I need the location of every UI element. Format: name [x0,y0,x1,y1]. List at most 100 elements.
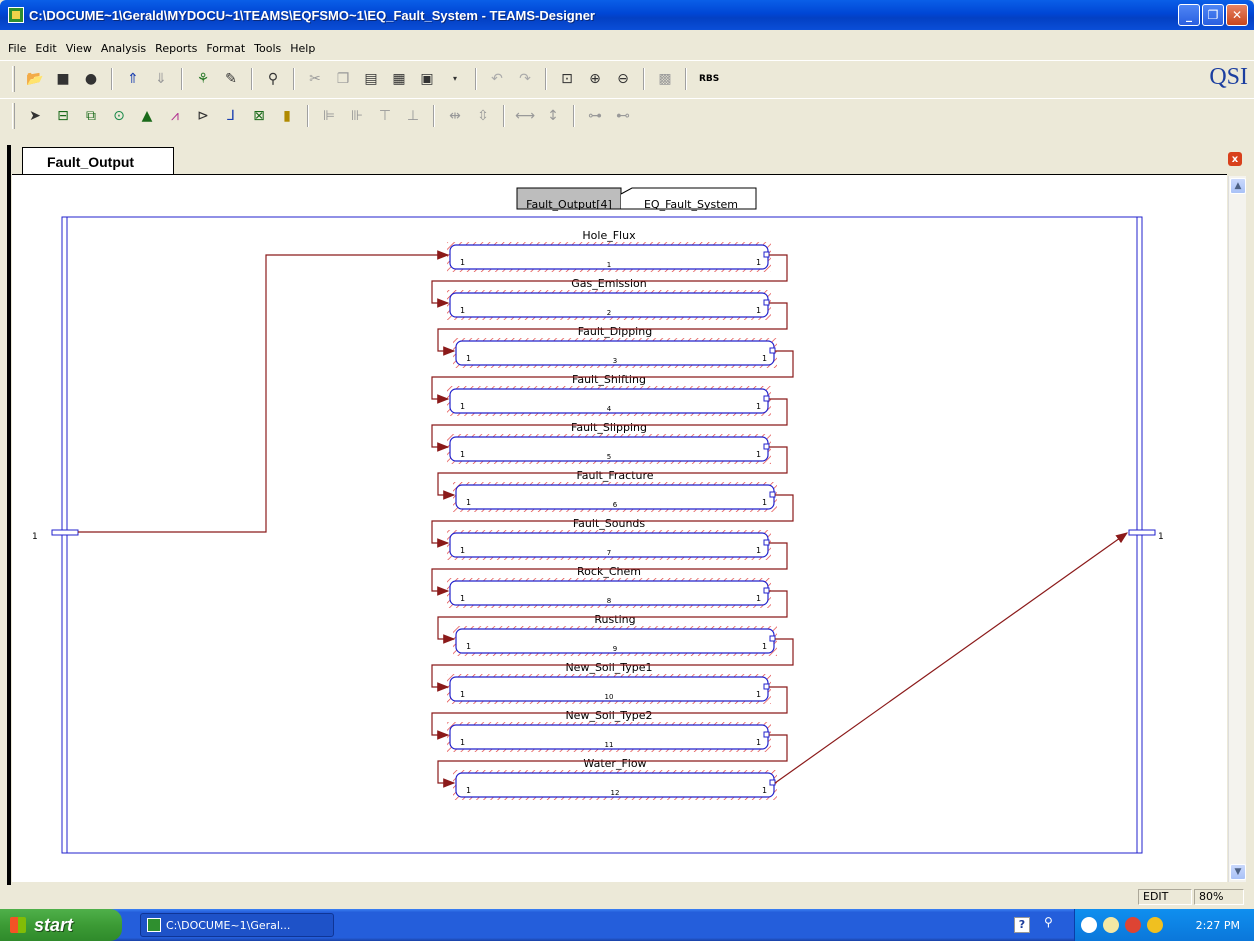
system-input-port[interactable] [51,529,79,536]
module-out-port[interactable] [763,443,770,450]
module-block[interactable]: Fault_Sounds 7 1 1 [447,517,771,560]
document-icon[interactable]: ▦ [389,69,409,89]
menu-analysis[interactable]: Analysis [101,42,146,55]
pointer-icon[interactable]: ➤ [25,106,45,126]
align-bottom-icon[interactable]: ⊥ [403,106,423,126]
module-block[interactable]: Fault_Slipping 5 1 1 [447,421,771,464]
and-gate-icon[interactable]: ⊳ [193,106,213,126]
taskbar-item-teams[interactable]: C:\DOCUME~1\Geral... [140,913,334,937]
test-point-icon[interactable]: ⊙ [109,106,129,126]
scroll-up-icon[interactable]: ▲ [1230,178,1246,194]
scroll-down-icon[interactable]: ▼ [1230,864,1246,880]
network-icon[interactable] [1103,917,1119,933]
toolbar-grip[interactable] [12,65,15,92]
breadcrumb-current[interactable]: Fault_Output[4] [526,198,612,211]
module-block[interactable]: New_Soil_Type2111 1 [447,709,771,752]
menu-help[interactable]: Help [290,42,315,55]
open-folder-icon[interactable]: 📂 [25,69,45,89]
title-bar[interactable]: C:\DOCUME~1\Gerald\MYDOCU~1\TEAMS\EQFSMO… [0,0,1254,30]
module-out-port[interactable] [769,347,776,354]
color-picker-icon[interactable]: ▣ [417,69,437,89]
tab-fault-output[interactable]: Fault_Output [22,147,174,175]
database-icon[interactable]: ● [81,69,101,89]
system-output-port[interactable] [1128,529,1156,536]
copy-icon[interactable]: ❐ [333,69,353,89]
tray-expand-icon[interactable] [1081,917,1097,933]
center-horizontal-icon[interactable]: ⊶ [585,106,605,126]
module-block[interactable]: Fault_Shifting 4 1 1 [447,373,771,416]
triangle-node-icon[interactable]: ▲ [137,106,157,126]
move-up-icon[interactable]: ⇑ [123,69,143,89]
module-icon[interactable]: ⊟ [53,106,73,126]
redo-icon[interactable]: ↷ [515,69,535,89]
vertical-scrollbar[interactable]: ▲ ▼ [1228,176,1246,882]
switch-icon[interactable]: ⩘ [165,106,185,126]
module-out-port[interactable] [763,299,770,306]
move-down-icon[interactable]: ⇓ [151,69,171,89]
breadcrumb-parent[interactable]: EQ_Fault_System [644,198,738,211]
dropdown-arrow-icon[interactable]: ▾ [445,69,465,89]
link-icon[interactable]: ⅃ [221,106,241,126]
same-width-icon[interactable]: ⟷ [515,106,535,126]
zoom-in-icon[interactable]: ⊕ [585,69,605,89]
security-icon[interactable] [1147,917,1163,933]
module-block[interactable]: Fault_Dipping 3 1 1 [453,325,777,368]
menu-view[interactable]: View [66,42,92,55]
report-icon[interactable]: ▩ [655,69,675,89]
close-tab-icon[interactable]: x [1228,152,1242,166]
align-right-icon[interactable]: ⊪ [347,106,367,126]
pin-icon[interactable]: ⚲ [1044,915,1053,929]
same-height-icon[interactable]: ↕ [543,106,563,126]
module-out-port[interactable] [769,491,776,498]
space-vertical-icon[interactable]: ⇳ [473,106,493,126]
module-block[interactable]: Rusting 9 1 1 [453,613,777,656]
module-block[interactable]: New_Soil_Type1 10 1 1 [447,661,771,704]
module-out-port[interactable] [763,395,770,402]
menu-format[interactable]: Format [206,42,245,55]
module-block[interactable]: Water_Flow 12 1 1 [453,757,777,800]
module-out-port[interactable] [763,683,770,690]
volume-icon[interactable] [1125,917,1141,933]
toolbar-grip-2[interactable] [12,102,15,129]
edit-tool-icon[interactable]: ✎ [221,69,241,89]
module-block[interactable]: Fault_Fracture 6 1 1 [453,469,777,512]
space-horizontal-icon[interactable]: ⇹ [445,106,465,126]
module-block[interactable]: Rock_Chem 8 1 1 [447,565,771,608]
minimize-button[interactable]: _ [1178,4,1200,26]
module-out-port[interactable] [763,587,770,594]
wire[interactable] [774,532,1128,784]
menu-edit[interactable]: Edit [35,42,56,55]
menu-tools[interactable]: Tools [254,42,281,55]
module-out-port[interactable] [763,251,770,258]
save-icon[interactable]: ■ [53,69,73,89]
module-block[interactable]: Gas_Emission 2 1 1 [447,277,771,320]
maximize-button[interactable]: ❐ [1202,4,1224,26]
module-block[interactable]: Hole_Flux 1 1 1 [447,229,771,272]
note-icon[interactable]: ▮ [277,106,297,126]
close-button[interactable]: ✕ [1226,4,1248,26]
rbs-button[interactable]: RBS [699,74,719,84]
zoom-out-icon[interactable]: ⊖ [613,69,633,89]
module-out-port[interactable] [763,731,770,738]
wire[interactable] [78,250,450,533]
diagram-canvas[interactable]: Fault_Output[4] EQ_Fault_System 1 1 Hole… [12,174,1227,882]
diagram-svg[interactable]: Fault_Output[4] EQ_Fault_System 1 1 Hole… [12,175,1227,883]
label-box-icon[interactable]: ⊠ [249,106,269,126]
module-out-port[interactable] [763,539,770,546]
help-icon[interactable]: ? [1014,917,1030,933]
find-binoculars-icon[interactable]: ⚲ [263,69,283,89]
hierarchy-icon[interactable]: ⚘ [193,69,213,89]
align-left-icon[interactable]: ⊫ [319,106,339,126]
paste-icon[interactable]: ▤ [361,69,381,89]
module-out-port[interactable] [769,779,776,786]
undo-icon[interactable]: ↶ [487,69,507,89]
align-top-icon[interactable]: ⊤ [375,106,395,126]
cut-icon[interactable]: ✂ [305,69,325,89]
menu-file[interactable]: File [8,42,26,55]
module-out-port[interactable] [769,635,776,642]
start-button[interactable]: start [0,909,122,941]
menu-reports[interactable]: Reports [155,42,197,55]
zoom-fit-icon[interactable]: ⊡ [557,69,577,89]
system-block-icon[interactable]: ⧉ [81,106,101,126]
center-vertical-icon[interactable]: ⊷ [613,106,633,126]
